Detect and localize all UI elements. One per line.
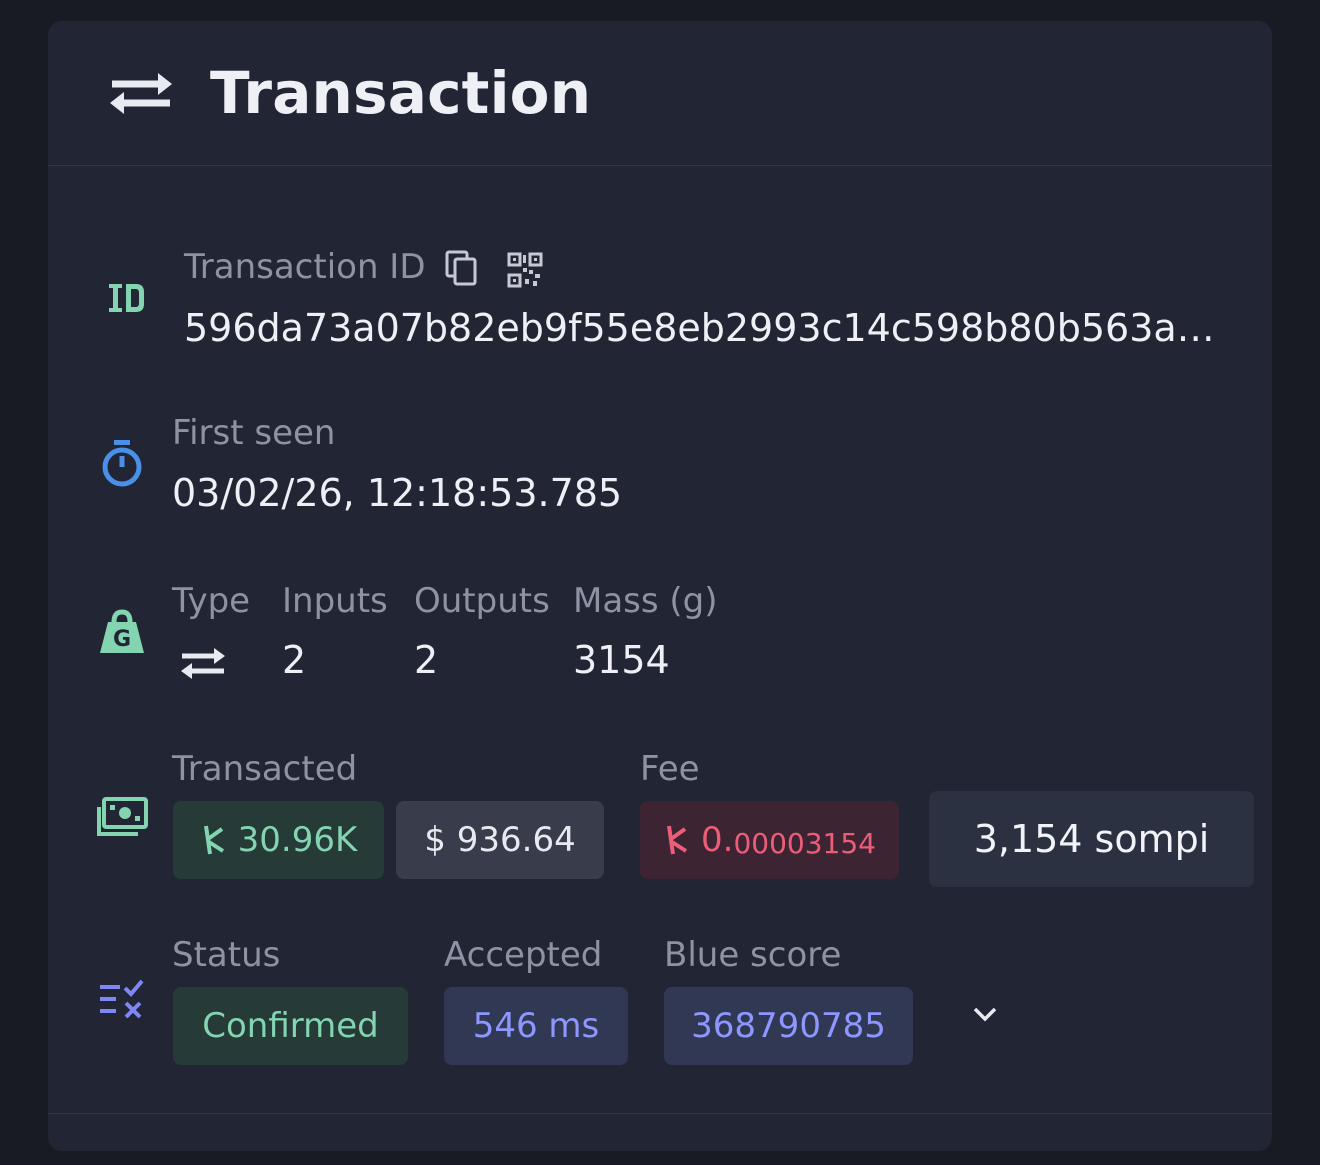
stopwatch-icon (102, 440, 142, 487)
status-label: Status (172, 935, 281, 975)
checklist-icon (100, 979, 144, 1019)
fee-sompi-value: 3,154 sompi (973, 817, 1210, 861)
inputs-label: Inputs (282, 581, 388, 621)
mass-label: Mass (g) (573, 581, 718, 621)
qr-code-icon[interactable] (507, 252, 543, 288)
blue-score-badge[interactable]: 368790785 (664, 987, 913, 1065)
blue-score-value: 368790785 (691, 1006, 886, 1046)
card-header: Transaction (48, 21, 1272, 166)
page-title: Transaction (210, 59, 592, 127)
fee-sompi-pill: 3,154 sompi (929, 791, 1254, 887)
id-icon (109, 284, 144, 312)
fee-label: Fee (640, 749, 700, 789)
fee-kas-pill: 0. 00003154 (640, 801, 899, 879)
transaction-id-label: Transaction ID (184, 247, 426, 287)
blue-score-label: Blue score (664, 935, 842, 975)
first-seen-value: 03/02/26, 12:18:53.785 (172, 471, 623, 515)
accepted-badge: 546 ms (444, 987, 628, 1065)
fee-small-value: 00003154 (733, 826, 876, 860)
transacted-label: Transacted (172, 749, 358, 789)
outputs-label: Outputs (414, 581, 550, 621)
transaction-card: Transaction Transaction ID 596da73a07b82… (48, 21, 1272, 1151)
outputs-value: 2 (414, 638, 439, 682)
mass-value: 3154 (573, 638, 670, 682)
accepted-value: 546 ms (472, 1006, 600, 1046)
money-icon (97, 797, 148, 836)
type-label: Type (172, 581, 251, 621)
kaspa-icon (203, 825, 224, 855)
transfer-arrows-icon (110, 73, 172, 114)
transacted-kas-value: 30.96K (237, 820, 358, 860)
fee-main-value: 0. (701, 820, 734, 860)
svg-text:G: G (113, 627, 131, 652)
type-transfer-icon (181, 648, 225, 679)
transaction-id-value[interactable]: 596da73a07b82eb9f55e8eb2993c14c598b80b56… (184, 306, 1215, 350)
chevron-down-icon[interactable] (970, 1003, 1000, 1025)
transacted-kas-pill: 30.96K (173, 801, 384, 879)
accepted-label: Accepted (444, 935, 603, 975)
status-badge: Confirmed (173, 987, 408, 1065)
weight-icon: G (100, 609, 144, 653)
transacted-usd-value: $ 936.64 (424, 820, 576, 860)
first-seen-label: First seen (172, 413, 336, 453)
transacted-usd-pill: $ 936.64 (396, 801, 604, 879)
status-value: Confirmed (202, 1006, 379, 1046)
copy-icon[interactable] (444, 249, 478, 287)
kaspa-icon-fee (667, 825, 688, 855)
divider (48, 1113, 1272, 1114)
inputs-value: 2 (282, 638, 307, 682)
